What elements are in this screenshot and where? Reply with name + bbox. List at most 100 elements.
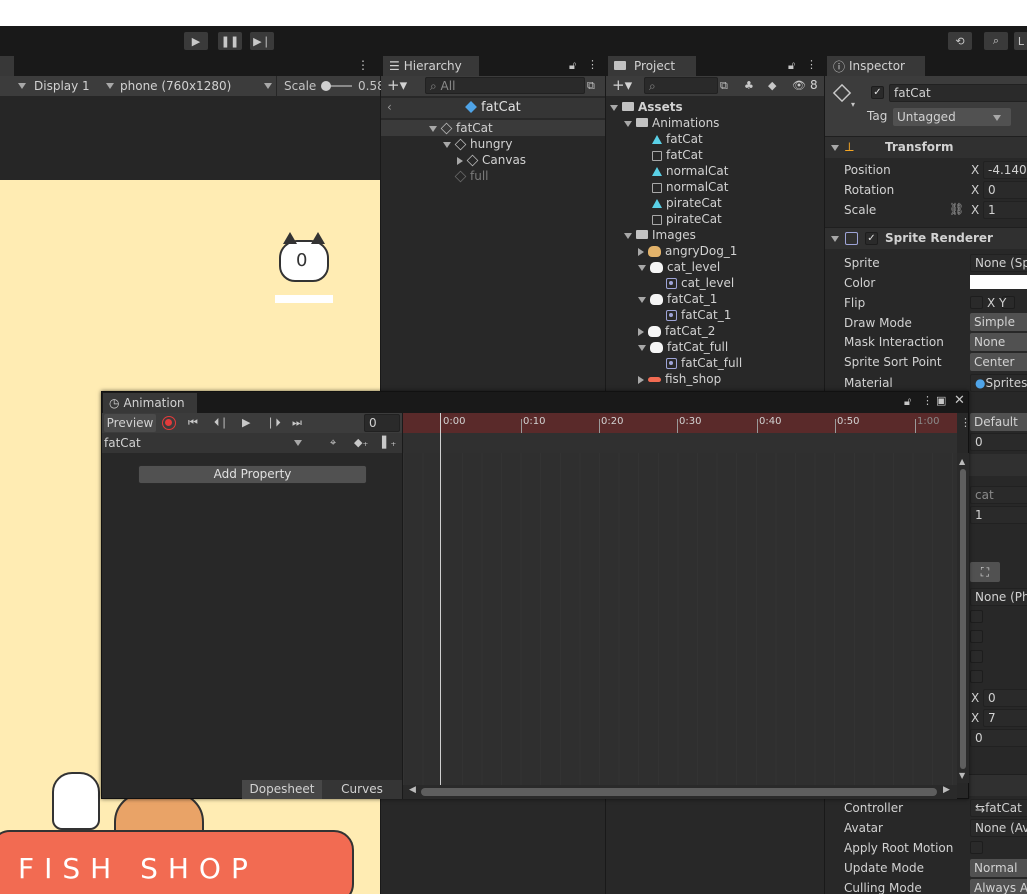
- hierarchy-search-input[interactable]: ⌕ All: [425, 77, 585, 94]
- scroll-down-icon[interactable]: ▼: [959, 771, 965, 780]
- project-item-piratecat-anim[interactable]: pirateCat: [652, 195, 722, 211]
- project-item-angrydog[interactable]: angryDog_1: [638, 243, 737, 259]
- project-item-assets[interactable]: Assets: [610, 99, 683, 115]
- project-item-fatcat-controller[interactable]: fatCat: [652, 147, 703, 163]
- sprite-field[interactable]: None (Spr: [970, 254, 1027, 272]
- sprite-renderer-header[interactable]: ✓ Sprite Renderer: [825, 227, 1027, 249]
- preview-button[interactable]: Preview: [104, 414, 156, 432]
- display-dropdown[interactable]: Display 1: [34, 78, 118, 94]
- project-search-input[interactable]: ⌕: [644, 77, 718, 94]
- dopesheet-tab[interactable]: Dopesheet: [242, 780, 322, 799]
- sprite-renderer-enabled[interactable]: ✓: [865, 232, 878, 245]
- game-tab-menu-icon[interactable]: ⋮: [357, 58, 369, 72]
- mask-interaction-dropdown[interactable]: None: [970, 333, 1027, 351]
- option-checkbox-3[interactable]: [970, 650, 983, 663]
- project-item-fish-shop[interactable]: fish_shop: [638, 371, 721, 387]
- add-icon[interactable]: +▾: [387, 76, 407, 94]
- add-event-icon[interactable]: ▌₊: [382, 436, 396, 449]
- color-swatch[interactable]: [970, 275, 1027, 289]
- tab-project[interactable]: Project: [608, 56, 696, 76]
- add-property-button[interactable]: Add Property: [138, 465, 367, 484]
- value-input[interactable]: 1: [970, 506, 1027, 524]
- first-keyframe-icon[interactable]: ⏮: [188, 416, 198, 430]
- project-item-piratecat-controller[interactable]: pirateCat: [652, 211, 722, 227]
- history-icon[interactable]: ⟲: [948, 32, 972, 50]
- lock-icon[interactable]: 🔓︎: [788, 59, 795, 73]
- hierarchy-item-full[interactable]: full: [454, 168, 489, 184]
- sort-point-dropdown[interactable]: Center: [970, 353, 1027, 371]
- back-icon[interactable]: ‹: [387, 100, 392, 114]
- tag-icon[interactable]: ◆: [768, 79, 776, 92]
- controller-field[interactable]: ⇆fatCat: [970, 799, 1027, 817]
- filter-icon[interactable]: ⌖: [330, 436, 336, 450]
- tab-animation[interactable]: ◷ Animation: [103, 393, 197, 413]
- menu-icon[interactable]: ⋮: [587, 58, 598, 71]
- dropdown-arrow-icon[interactable]: [18, 83, 26, 89]
- lock-icon[interactable]: 🔓︎: [569, 59, 576, 73]
- project-item-fatcat-full[interactable]: fatCat_full: [638, 339, 728, 355]
- search-icon[interactable]: ⌕: [984, 32, 1008, 50]
- object-name-input[interactable]: fatCat: [889, 84, 1027, 102]
- option-checkbox-2[interactable]: [970, 630, 983, 643]
- close-icon[interactable]: ✕: [954, 393, 965, 408]
- maximize-icon[interactable]: ▣: [936, 394, 946, 407]
- add-keyframe-icon[interactable]: ◆₊: [354, 436, 368, 449]
- edit-collider-button[interactable]: ⛶: [970, 562, 1000, 582]
- curves-tab[interactable]: Curves: [322, 780, 402, 799]
- step-icon[interactable]: ▶❘: [250, 32, 274, 50]
- vertical-scrollbar[interactable]: ▲ ▼: [957, 453, 969, 783]
- horizontal-scrollbar[interactable]: ◀ ▶: [403, 785, 957, 799]
- option-checkbox-4[interactable]: [970, 670, 983, 683]
- pause-icon[interactable]: ❚❚: [218, 32, 242, 50]
- project-item-fatcat1[interactable]: fatCat_1: [638, 291, 717, 307]
- project-item-fatcat1-sprite[interactable]: fatCat_1: [666, 307, 731, 323]
- project-item-images[interactable]: Images: [624, 227, 696, 243]
- playhead[interactable]: [440, 413, 441, 785]
- scale-x-input[interactable]: 1: [983, 201, 1027, 219]
- project-item-fatcat-full-sprite[interactable]: fatCat_full: [666, 355, 742, 371]
- update-mode-dropdown[interactable]: Normal: [970, 859, 1027, 877]
- timeline-ruler[interactable]: 0:00 0:10 0:20 0:30 0:40 0:50 1:00: [403, 413, 957, 433]
- next-keyframe-icon[interactable]: ❘⏵: [266, 416, 281, 430]
- scrollbar-thumb[interactable]: [421, 788, 937, 796]
- scale-slider-handle[interactable]: [321, 81, 331, 91]
- offset-x-input[interactable]: 0: [983, 689, 1027, 707]
- material-field[interactable]: ●Sprites-: [970, 374, 1027, 392]
- timeline-menu-icon[interactable]: ⋮: [960, 416, 971, 429]
- add-icon[interactable]: +▾: [612, 76, 632, 94]
- order-in-layer-input[interactable]: 0: [970, 433, 1027, 451]
- layers-button[interactable]: L: [1014, 32, 1027, 50]
- hierarchy-item-canvas[interactable]: Canvas: [457, 152, 526, 168]
- hierarchy-item-fatcat[interactable]: fatCat: [429, 120, 493, 136]
- resolution-dropdown[interactable]: phone (760x1280): [120, 78, 276, 94]
- project-item-fatcat2[interactable]: fatCat_2: [638, 323, 715, 339]
- avatar-field[interactable]: None (Ava: [970, 819, 1027, 837]
- position-x-input[interactable]: -4.140: [983, 161, 1027, 179]
- flip-x-checkbox[interactable]: [970, 296, 983, 309]
- hierarchy-item-hungry[interactable]: hungry: [443, 136, 512, 152]
- chevron-down-icon[interactable]: ▾: [851, 100, 855, 109]
- scene-visibility-icon[interactable]: ⧉: [587, 79, 595, 93]
- project-item-cat-level[interactable]: cat_level: [638, 259, 720, 275]
- tab-hierarchy[interactable]: ☰ Hierarchy: [383, 56, 479, 76]
- edge-radius-input[interactable]: 0: [970, 729, 1027, 747]
- sprite-ref-field[interactable]: cat: [970, 486, 1027, 504]
- play-icon[interactable]: ▶: [184, 32, 208, 50]
- prev-keyframe-icon[interactable]: ⏴❘: [214, 416, 229, 430]
- record-icon[interactable]: [162, 416, 176, 430]
- search-by-label-icon[interactable]: ♣: [744, 79, 754, 92]
- size-x-input[interactable]: 7: [983, 709, 1027, 727]
- tab-inspector[interactable]: ⓘ Inspector: [827, 56, 925, 76]
- project-item-cat-level-sprite[interactable]: cat_level: [666, 275, 734, 291]
- active-checkbox[interactable]: ✓: [871, 86, 884, 99]
- project-item-fatcat-anim[interactable]: fatCat: [652, 131, 703, 147]
- project-item-normalcat-anim[interactable]: normalCat: [652, 163, 728, 179]
- rotation-x-input[interactable]: 0: [983, 181, 1027, 199]
- project-item-animations[interactable]: Animations: [624, 115, 719, 131]
- physics-material-field[interactable]: None (Phy: [970, 588, 1027, 606]
- clip-dropdown[interactable]: fatCat: [104, 434, 304, 452]
- play-icon[interactable]: ▶: [242, 416, 250, 429]
- tag-dropdown[interactable]: Untagged: [893, 108, 1011, 126]
- option-checkbox-1[interactable]: [970, 610, 983, 623]
- apply-root-motion-checkbox[interactable]: [970, 841, 983, 854]
